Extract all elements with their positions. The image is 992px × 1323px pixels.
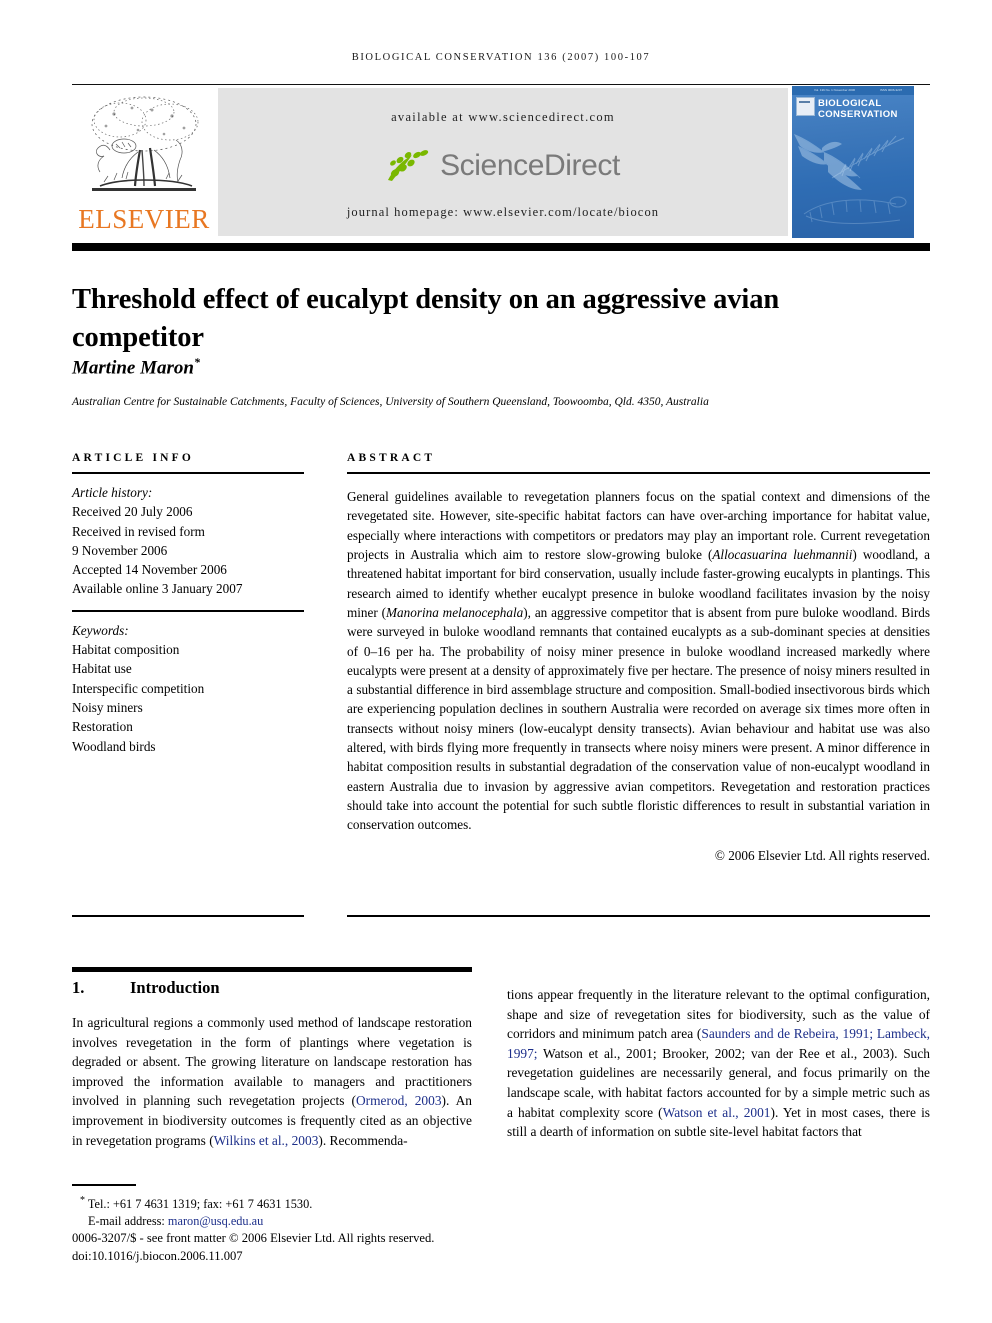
article-history-label: Article history:	[72, 485, 153, 500]
footnote-rule	[72, 1184, 136, 1186]
species-name-allocasuarina: Allocasuarina luehmannii	[712, 547, 853, 563]
keywords-rule	[72, 609, 304, 612]
contact-phone-fax: Tel.: +61 7 4631 1319; fax: +61 7 4631 1…	[87, 1197, 313, 1212]
email-link[interactable]: maron@usq.edu.au	[168, 1214, 263, 1228]
keyword-item: Habitat composition	[72, 642, 180, 658]
imprint-block: 0006-3207/$ - see front matter © 2006 El…	[72, 1230, 532, 1265]
keyword-item: Interspecific competition	[72, 680, 205, 696]
cover-journal-line1: BIOLOGICAL	[818, 98, 882, 109]
history-item: Received 20 July 2006	[72, 504, 193, 520]
copyright-line: © 2006 Elsevier Ltd. All rights reserved…	[714, 847, 930, 863]
email-label: E-mail address:	[88, 1214, 165, 1229]
citation-watson-2001[interactable]: Watson et al., 2001	[663, 1105, 771, 1120]
citation-wilkins-2003[interactable]: Wilkins et al., 2003	[214, 1133, 319, 1148]
corresponding-author-note: * Tel.: +61 7 4631 1319; fax: +61 7 4631…	[80, 1192, 502, 1213]
introduction-rule	[72, 967, 472, 972]
abstract-heading: ABSTRACT	[347, 452, 436, 464]
footnote-star-icon: *	[80, 1195, 85, 1206]
info-bottom-rule	[72, 915, 304, 917]
sciencedirect-leaf-icon	[388, 150, 429, 181]
email-line: E-mail address: maron@usq.edu.au	[88, 1213, 502, 1230]
available-at-text: available at www.sciencedirect.com	[391, 110, 615, 124]
species-name-manorina: Manorina melanocephala	[386, 604, 524, 620]
page-title: Threshold effect of eucalypt density on …	[72, 284, 780, 354]
history-item: 9 November 2006	[72, 542, 168, 558]
author-footnote-marker: *	[193, 355, 200, 369]
doi-line[interactable]: doi:10.1016/j.biocon.2006.11.007	[72, 1248, 532, 1266]
abstract-bottom-rule	[347, 915, 930, 917]
intro-left-seg-3: ). Recommenda-	[318, 1132, 408, 1148]
keyword-item: Habitat use	[72, 661, 132, 677]
journal-banner: ELSEVIER available at www.sciencedirect.…	[72, 86, 930, 238]
article-info-heading: ARTICLE INFO	[72, 452, 195, 464]
journal-homepage-text: journal homepage: www.elsevier.com/locat…	[346, 205, 660, 219]
history-item: Available online 3 January 2007	[72, 581, 243, 597]
introduction-left-column: In agricultural regions a commonly used …	[72, 1013, 472, 1150]
elsevier-logo-block: ELSEVIER	[72, 86, 216, 238]
front-matter-line: 0006-3207/$ - see front matter © 2006 El…	[72, 1231, 435, 1245]
elsevier-wordmark: ELSEVIER	[78, 204, 210, 234]
cover-masthead-right: ISSN 0006-3207	[880, 88, 903, 92]
introduction-right-column: tions appear frequently in the literatur…	[507, 985, 930, 1142]
cover-skeleton-icon	[803, 196, 907, 224]
article-page: BIOLOGICAL CONSERVATION 136 (2007) 100-1…	[0, 0, 992, 1323]
author-name: Martine Maron*	[72, 355, 200, 379]
section-number: 1.	[72, 978, 85, 997]
abstract-part-3: ), an aggressive competitor that is abse…	[347, 604, 930, 833]
keyword-item: Noisy miners	[72, 699, 143, 715]
abstract-text: General guidelines available to revegeta…	[347, 487, 930, 834]
article-info-rule	[72, 472, 304, 474]
author-label: Martine Maron	[72, 357, 194, 379]
article-info-column: ARTICLE INFO Article history: Received 2…	[72, 452, 304, 756]
elsevier-tree-icon	[80, 90, 208, 202]
footnote-block: * Tel.: +61 7 4631 1319; fax: +61 7 4631…	[72, 1192, 502, 1231]
article-history: Article history: Received 20 July 2006 R…	[72, 483, 304, 599]
cover-fern-icon	[831, 135, 905, 179]
history-item: Received in revised form	[72, 523, 205, 539]
abstract-rule	[347, 472, 930, 474]
keyword-item: Restoration	[72, 719, 133, 735]
cover-masthead-left: Vol. 136 No. 1 November 2006	[814, 88, 856, 92]
sciencedirect-banner: available at www.sciencedirect.com Scien…	[218, 88, 788, 236]
keywords-list: Keywords: Habitat composition Habitat us…	[72, 621, 304, 756]
journal-cover-thumbnail: Vol. 136 No. 1 November 2006 ISSN 0006-3…	[790, 86, 930, 238]
sciencedirect-wordmark: ScienceDirect	[440, 149, 620, 182]
cover-image: Vol. 136 No. 1 November 2006 ISSN 0006-3…	[792, 86, 914, 238]
sciencedirect-logo[interactable]: ScienceDirect	[218, 140, 788, 192]
keyword-item: Woodland birds	[72, 738, 156, 754]
header-black-bar	[72, 243, 930, 251]
keywords-label: Keywords:	[72, 622, 129, 638]
history-item: Accepted 14 November 2006	[72, 562, 227, 578]
section-title: Introduction	[130, 978, 220, 997]
header-rule	[72, 84, 930, 85]
running-head: BIOLOGICAL CONSERVATION 136 (2007) 100-1…	[351, 52, 651, 63]
affiliation: Australian Centre for Sustainable Catchm…	[72, 396, 709, 408]
citation-ormerod-2003[interactable]: Ormerod, 2003	[356, 1093, 442, 1108]
introduction-heading: 1. Introduction	[72, 978, 220, 998]
abstract-column: ABSTRACT General guidelines available to…	[347, 452, 930, 864]
cover-masthead-bar: Vol. 136 No. 1 November 2006 ISSN 0006-3…	[792, 86, 914, 95]
